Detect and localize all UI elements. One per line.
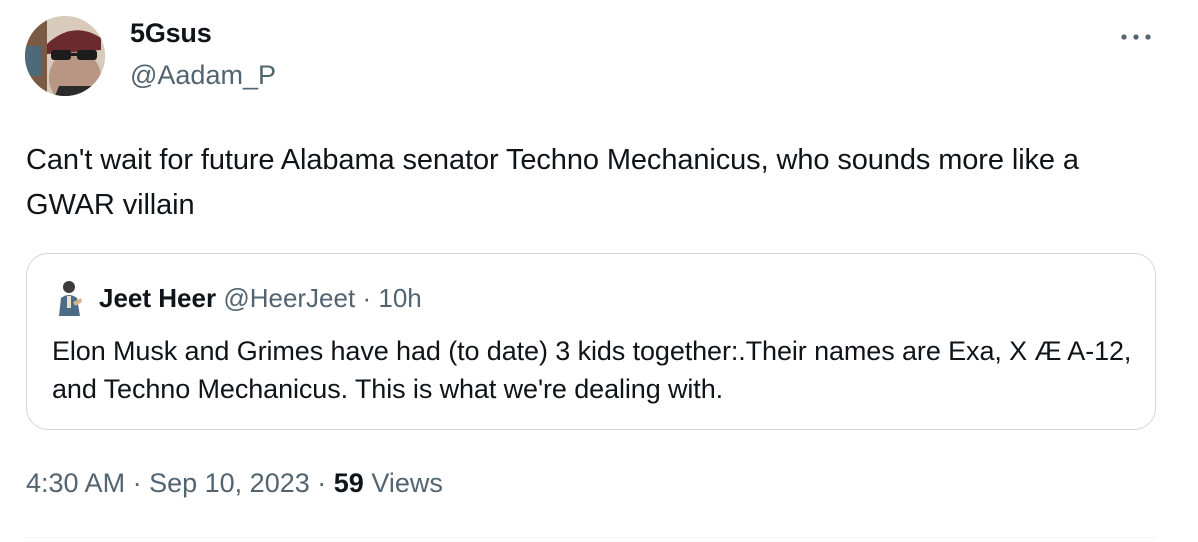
quote-time[interactable]: 10h bbox=[378, 283, 421, 313]
views-label: Views bbox=[371, 468, 443, 498]
more-horizontal-icon bbox=[1121, 34, 1151, 40]
tweet-meta: 4:30 AM · Sep 10, 2023 · 59 Views bbox=[26, 468, 443, 499]
divider bbox=[26, 537, 1156, 538]
tweet: 5Gsus @Aadam_P Can't wait for future Ala… bbox=[0, 0, 1198, 542]
meta-separator: · bbox=[317, 468, 327, 498]
quote-text: Elon Musk and Grimes have had (to date) … bbox=[52, 336, 1132, 404]
avatar[interactable] bbox=[25, 16, 105, 96]
display-name[interactable]: 5Gsus bbox=[130, 18, 212, 49]
meta-separator: · bbox=[132, 468, 142, 498]
quote-header: Jeet Heer @HeerJeet · 10h bbox=[99, 283, 422, 314]
more-button[interactable] bbox=[1116, 22, 1156, 52]
handle[interactable]: @Aadam_P bbox=[130, 60, 276, 91]
quote-handle[interactable]: @HeerJeet bbox=[223, 283, 355, 313]
quote-avatar[interactable] bbox=[55, 278, 83, 316]
quoted-tweet[interactable]: Jeet Heer @HeerJeet · 10h Elon Musk and … bbox=[26, 253, 1156, 430]
views-count: 59 bbox=[333, 468, 364, 498]
tweet-date[interactable]: Sep 10, 2023 bbox=[149, 468, 310, 498]
tweet-text: Can't wait for future Alabama senator Te… bbox=[26, 144, 1079, 221]
quote-separator: · bbox=[362, 283, 372, 313]
tweet-time[interactable]: 4:30 AM bbox=[26, 468, 125, 498]
avatar-photo bbox=[25, 16, 105, 96]
quote-display-name[interactable]: Jeet Heer bbox=[99, 283, 216, 313]
